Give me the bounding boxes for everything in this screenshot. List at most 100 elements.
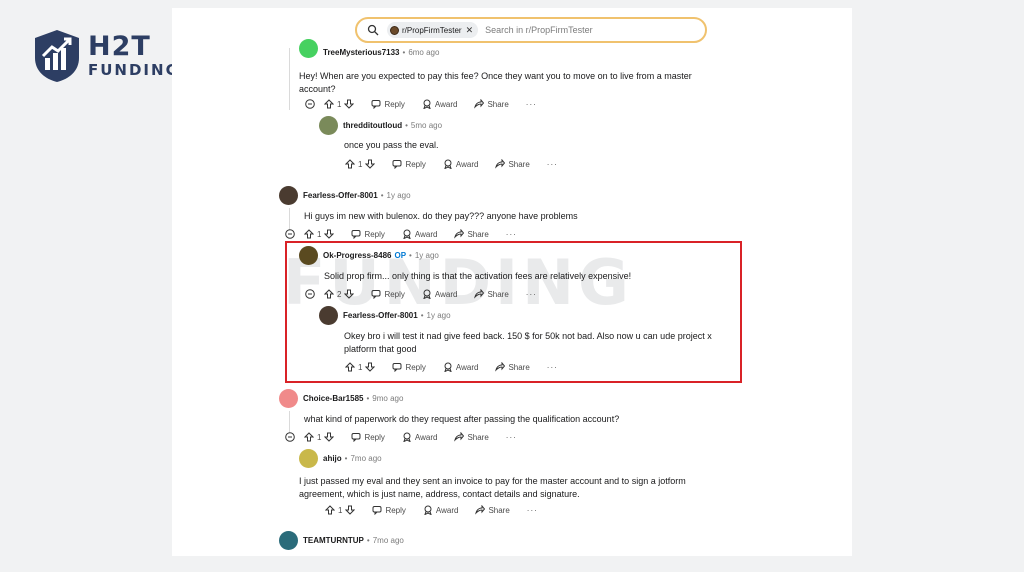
reply-icon xyxy=(351,230,361,239)
avatar[interactable] xyxy=(279,185,298,205)
comment: Choice-Bar1585 • 9mo ago what kind of pa… xyxy=(279,388,699,426)
highlight-box xyxy=(285,241,742,383)
timestamp: 1y ago xyxy=(386,190,411,200)
reply-button[interactable]: Reply xyxy=(351,432,385,442)
community-chip[interactable]: r/PropFirmTester ✕ xyxy=(387,22,479,38)
award-icon xyxy=(424,505,432,515)
more-options-button[interactable]: ··· xyxy=(506,433,517,442)
share-button[interactable]: Share xyxy=(454,229,489,239)
award-button[interactable]: Award xyxy=(422,99,458,109)
avatar[interactable] xyxy=(319,115,338,135)
award-icon xyxy=(423,99,431,109)
reply-icon xyxy=(392,160,402,169)
username[interactable]: TEAMTURNTUP xyxy=(303,536,364,545)
share-icon xyxy=(454,432,465,442)
share-button[interactable]: Share xyxy=(474,99,509,109)
upvote-icon[interactable] xyxy=(324,99,334,109)
username[interactable]: ahijo xyxy=(323,454,342,463)
vote-count: 1 xyxy=(317,432,322,442)
upvote-icon[interactable] xyxy=(325,505,335,515)
reply-icon xyxy=(371,100,381,109)
comment: TreeMysterious7133 • 6mo ago Hey! When a… xyxy=(299,38,719,96)
award-label: Award xyxy=(455,159,479,169)
award-button[interactable]: Award xyxy=(423,505,459,515)
upvote-icon[interactable] xyxy=(304,229,314,239)
reply-button[interactable]: Reply xyxy=(371,99,405,109)
avatar[interactable] xyxy=(279,388,298,408)
comment: ahijo • 7mo ago I just passed my eval an… xyxy=(299,448,719,501)
reply-button[interactable]: Reply xyxy=(351,229,385,239)
collapse-icon[interactable] xyxy=(285,432,295,442)
share-button[interactable]: Share xyxy=(495,159,530,169)
vote-count: 1 xyxy=(338,505,343,515)
collapse-icon[interactable] xyxy=(285,229,295,239)
reply-label: Reply xyxy=(364,229,385,239)
community-avatar xyxy=(390,25,399,35)
collapse-icon[interactable] xyxy=(305,99,315,109)
reply-label: Reply xyxy=(384,99,405,109)
username[interactable]: thredditoutloud xyxy=(343,121,402,130)
downvote-icon[interactable] xyxy=(365,159,376,169)
timestamp: 7mo ago xyxy=(350,453,382,463)
comment-text: Hey! When are you expected to pay this f… xyxy=(299,71,692,94)
award-label: Award xyxy=(435,505,459,515)
upvote-icon[interactable] xyxy=(304,432,314,442)
downvote-icon[interactable] xyxy=(324,432,335,442)
shield-chart-icon xyxy=(35,30,79,82)
avatar[interactable] xyxy=(299,38,318,58)
share-label: Share xyxy=(467,229,489,239)
comment: thredditoutloud • 5mo ago once you pass … xyxy=(319,115,719,152)
search-bar[interactable]: r/PropFirmTester ✕ Search in r/PropFirmT… xyxy=(355,17,707,43)
more-options-button[interactable]: ··· xyxy=(527,506,538,515)
share-label: Share xyxy=(488,505,510,515)
reply-label: Reply xyxy=(385,505,406,515)
share-label: Share xyxy=(508,159,530,169)
reply-button[interactable]: Reply xyxy=(392,159,426,169)
comment-actions: 1 Reply Award Share ··· xyxy=(285,430,517,444)
reply-label: Reply xyxy=(405,159,426,169)
comment-text: once you pass the eval. xyxy=(344,140,439,150)
comment-actions: 1 Reply Award Share ··· xyxy=(285,227,517,241)
search-icon xyxy=(367,24,379,36)
timestamp: 7mo ago xyxy=(372,535,404,545)
comment-text: Hi guys im new with bulenox. do they pay… xyxy=(304,211,578,221)
username[interactable]: TreeMysterious7133 xyxy=(323,48,400,57)
comment-text: what kind of paperwork do they request a… xyxy=(304,414,620,424)
share-label: Share xyxy=(467,432,489,442)
share-button[interactable]: Share xyxy=(475,505,510,515)
comment-actions: 1 Reply Award Share ··· xyxy=(325,503,538,517)
award-button[interactable]: Award xyxy=(402,229,437,239)
downvote-icon[interactable] xyxy=(345,505,356,515)
share-icon xyxy=(454,229,465,239)
vote-count: 1 xyxy=(358,159,363,169)
share-icon xyxy=(474,99,485,109)
avatar[interactable] xyxy=(299,448,318,468)
award-label: Award xyxy=(434,99,458,109)
share-label: Share xyxy=(487,99,509,109)
upvote-icon[interactable] xyxy=(345,159,355,169)
avatar[interactable] xyxy=(279,530,298,550)
share-icon xyxy=(475,505,486,515)
award-button[interactable]: Award xyxy=(443,159,479,169)
downvote-icon[interactable] xyxy=(344,99,355,109)
more-options-button[interactable]: ··· xyxy=(547,160,558,169)
timestamp: 9mo ago xyxy=(372,393,404,403)
logo-subtitle: FUNDING xyxy=(88,60,180,79)
username[interactable]: Fearless-Offer-8001 xyxy=(303,191,378,200)
award-icon xyxy=(403,432,411,442)
search-placeholder[interactable]: Search in r/PropFirmTester xyxy=(485,25,593,35)
more-options-button[interactable]: ··· xyxy=(506,230,517,239)
award-label: Award xyxy=(414,432,438,442)
reply-button[interactable]: Reply xyxy=(372,505,406,515)
award-icon xyxy=(444,159,452,169)
comment-text: I just passed my eval and they sent an i… xyxy=(299,476,686,499)
award-button[interactable]: Award xyxy=(402,432,438,442)
more-options-button[interactable]: ··· xyxy=(526,100,537,109)
comment-actions: 1 Reply Award Share ··· xyxy=(345,157,558,171)
share-button[interactable]: Share xyxy=(454,432,489,442)
close-icon[interactable]: ✕ xyxy=(466,25,474,36)
downvote-icon[interactable] xyxy=(324,229,335,239)
timestamp: 5mo ago xyxy=(410,120,443,130)
username[interactable]: Choice-Bar1585 xyxy=(303,394,363,403)
thread-line xyxy=(289,48,290,110)
